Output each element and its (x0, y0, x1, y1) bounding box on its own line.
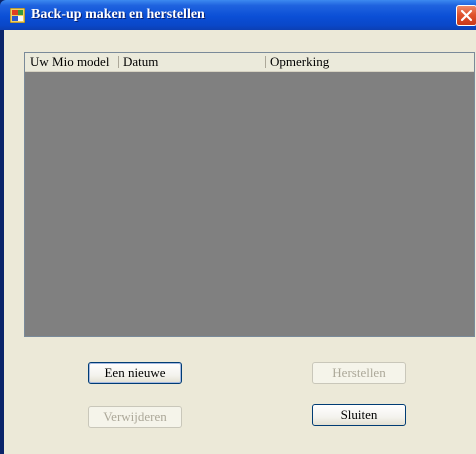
window-title: Back-up maken en herstellen (31, 7, 205, 22)
delete-button[interactable]: Verwijderen (88, 406, 182, 428)
column-separator[interactable] (118, 56, 119, 68)
new-backup-button[interactable]: Een nieuwe (88, 362, 182, 384)
dialog-content: Uw Mio model Datum Opmerking Een nieuwe … (4, 30, 476, 454)
restore-button[interactable]: Herstellen (312, 362, 406, 384)
column-header-remark[interactable]: Opmerking (270, 53, 329, 71)
column-header-date[interactable]: Datum (123, 53, 158, 71)
dialog-window: Back-up maken en herstellen Uw Mio model… (0, 0, 476, 454)
list-header: Uw Mio model Datum Opmerking (25, 53, 474, 72)
column-separator[interactable] (265, 56, 266, 68)
column-header-model[interactable]: Uw Mio model (30, 53, 109, 71)
backup-app-icon (9, 7, 26, 24)
close-button[interactable] (456, 5, 476, 26)
close-icon (460, 9, 473, 22)
close-dialog-button[interactable]: Sluiten (312, 404, 406, 426)
backup-list[interactable]: Uw Mio model Datum Opmerking (24, 52, 475, 337)
title-bar[interactable]: Back-up maken en herstellen (0, 0, 476, 30)
